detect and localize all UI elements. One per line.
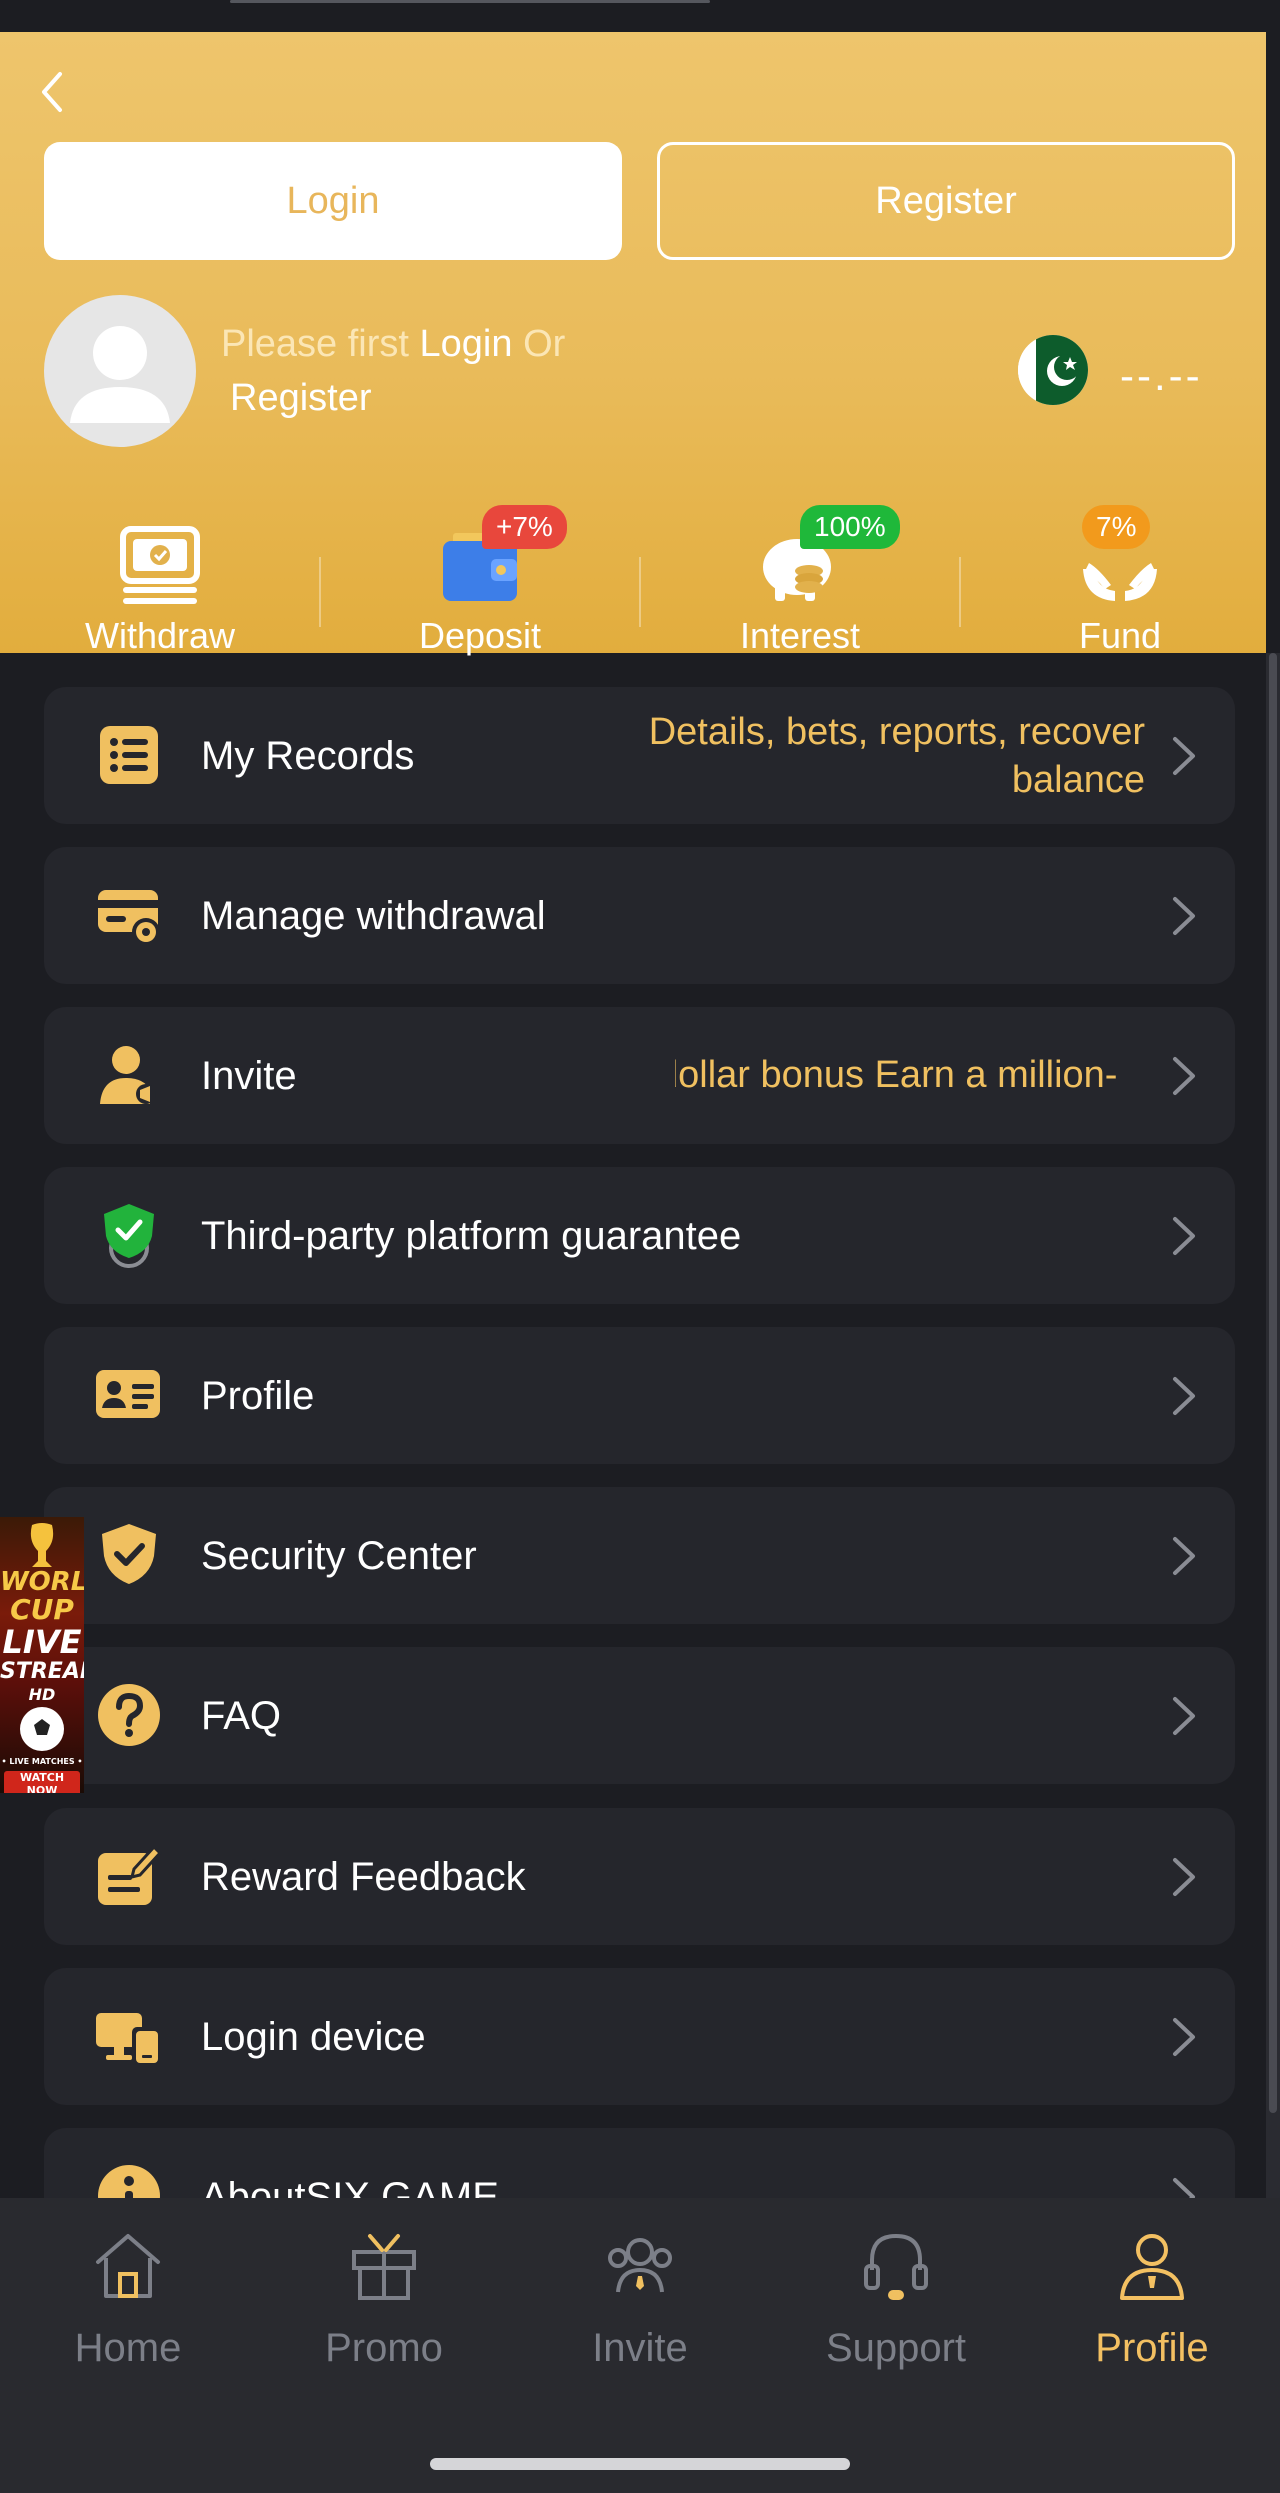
deposit-badge: +7%: [482, 505, 567, 549]
list-icon: [100, 726, 158, 784]
tab-label: Promo: [325, 2326, 443, 2370]
register-button[interactable]: Register: [657, 142, 1235, 260]
money-icon: [120, 526, 200, 604]
scrollbar-thumb[interactable]: [1269, 653, 1277, 2113]
person-icon: [1120, 2234, 1184, 2300]
banner-line-6: • LIVE MATCHES •: [1, 1757, 83, 1766]
chevron-right-icon: [1173, 1217, 1195, 1255]
devices-icon: [96, 2013, 160, 2065]
chevron-right-icon: [1173, 1377, 1195, 1415]
menu-item-subtitle: Details, bets, reports, recover balance: [648, 710, 1145, 801]
menu-item-label: Security Center: [201, 1533, 477, 1578]
avatar[interactable]: [44, 295, 196, 447]
interest-action[interactable]: 100% Interest: [640, 477, 960, 656]
card-gear-icon: [98, 890, 160, 946]
default-avatar-icon: [70, 326, 170, 423]
banner-line-2: CUP: [10, 1593, 74, 1626]
security-shield-icon: [102, 1524, 156, 1584]
gift-icon: [352, 2234, 416, 2300]
menu-item-label: Third-party platform guarantee: [201, 1213, 742, 1258]
deposit-action[interactable]: +7% Deposit: [320, 477, 640, 656]
menu-item-my-records[interactable]: My Records Details, bets, reports, recov…: [44, 687, 1235, 824]
menu-item-login-device[interactable]: Login device: [44, 1968, 1235, 2105]
question-icon: [98, 1684, 160, 1746]
tab-invite[interactable]: Invite: [512, 2198, 768, 2398]
back-button[interactable]: [30, 60, 80, 120]
tab-label: Invite: [592, 2326, 688, 2370]
watch-now-button[interactable]: WATCH NOW: [4, 1771, 80, 1793]
prompt-register-link[interactable]: Register: [221, 371, 741, 425]
user-megaphone-icon: [100, 1046, 156, 1104]
menu-item-manage-withdrawal[interactable]: Manage withdrawal: [44, 847, 1235, 984]
prompt-login-link[interactable]: Login: [420, 323, 513, 365]
users-icon: [608, 2238, 672, 2293]
menu-item-label: Profile: [201, 1373, 315, 1418]
pakistan-flag-icon[interactable]: [1018, 335, 1088, 405]
tab-support[interactable]: Support: [768, 2198, 1024, 2398]
balance-value: --.--: [1120, 352, 1203, 399]
menu-item-invite[interactable]: Invite dollar bonus Earn a million-: [44, 1007, 1235, 1144]
interest-label: Interest: [739, 615, 861, 656]
fund-action[interactable]: 7% Fund: [960, 477, 1280, 656]
menu-item-faq[interactable]: FAQ: [44, 1647, 1235, 1784]
menu-item-label: FAQ: [201, 1693, 282, 1738]
withdraw-label: Withdraw: [84, 615, 236, 656]
fund-badge: 7%: [1082, 505, 1151, 549]
prompt-prefix: Please first: [221, 323, 420, 365]
chevron-right-icon: [1173, 1537, 1195, 1575]
menu-item-profile[interactable]: Profile: [44, 1327, 1235, 1464]
login-button[interactable]: Login: [44, 142, 622, 260]
tab-promo[interactable]: Promo: [256, 2198, 512, 2398]
status-notch: [230, 0, 710, 3]
id-card-icon: [96, 1370, 160, 1418]
scrollbar[interactable]: [1266, 653, 1280, 2198]
banner-line-3: LIVE: [2, 1623, 82, 1661]
tab-label: Home: [74, 2326, 182, 2370]
menu-item-label: Login device: [201, 2014, 426, 2059]
tab-label: Profile: [1095, 2326, 1209, 2370]
marquee-text: dollar bonus Earn a million-: [675, 1054, 1118, 1096]
banner-line-4: STREAM: [0, 1659, 84, 1684]
edit-note-icon: [98, 1844, 163, 1905]
menu-item-label: Reward Feedback: [201, 1854, 526, 1899]
banner-line-5: HD: [28, 1685, 56, 1704]
chevron-right-icon: [1173, 2018, 1195, 2056]
withdraw-action[interactable]: Withdraw: [0, 477, 320, 656]
home-icon: [96, 2234, 160, 2298]
chevron-left-icon: [42, 72, 62, 112]
world-cup-promo-banner[interactable]: WORLD CUP LIVE STREAM HD • LIVE MATCHES …: [0, 1517, 84, 1793]
invite-marquee: dollar bonus Earn a million-: [675, 1007, 1145, 1144]
prompt-or: Or: [512, 323, 566, 365]
status-strip: [0, 0, 1280, 32]
chevron-right-icon: [1173, 897, 1195, 935]
home-indicator: [430, 2458, 850, 2470]
menu-item-label: Manage withdrawal: [201, 893, 546, 938]
deposit-label: Deposit: [418, 615, 542, 656]
chevron-right-icon: [1173, 737, 1195, 775]
tab-label: Support: [825, 2326, 967, 2370]
chevron-right-icon: [1173, 1697, 1195, 1735]
menu-item-security-center[interactable]: Security Center: [44, 1487, 1235, 1624]
chevron-right-icon: [1173, 1057, 1195, 1095]
bottom-tab-bar: Home Promo Invite Support Profile: [0, 2198, 1280, 2493]
interest-badge: 100%: [800, 505, 900, 549]
soccer-ball-icon: [20, 1707, 64, 1751]
headset-icon: [864, 2233, 928, 2300]
login-prompt: Please first Login Or Register: [221, 317, 741, 425]
shield-check-icon: [104, 1204, 154, 1268]
quick-actions: Withdraw +7% Deposit 100% Interest 7% Fu…: [0, 477, 1266, 656]
tab-profile[interactable]: Profile: [1024, 2198, 1280, 2398]
chevron-right-icon: [1173, 1858, 1195, 1896]
profile-header: Login Register Please first Login Or Reg…: [0, 32, 1266, 656]
trophy-icon: [30, 1523, 54, 1567]
tab-home[interactable]: Home: [0, 2198, 256, 2398]
menu-item-third-party-guarantee[interactable]: Third-party platform guarantee: [44, 1167, 1235, 1304]
fund-label: Fund: [1078, 615, 1162, 656]
menu-item-reward-feedback[interactable]: Reward Feedback: [44, 1808, 1235, 1945]
